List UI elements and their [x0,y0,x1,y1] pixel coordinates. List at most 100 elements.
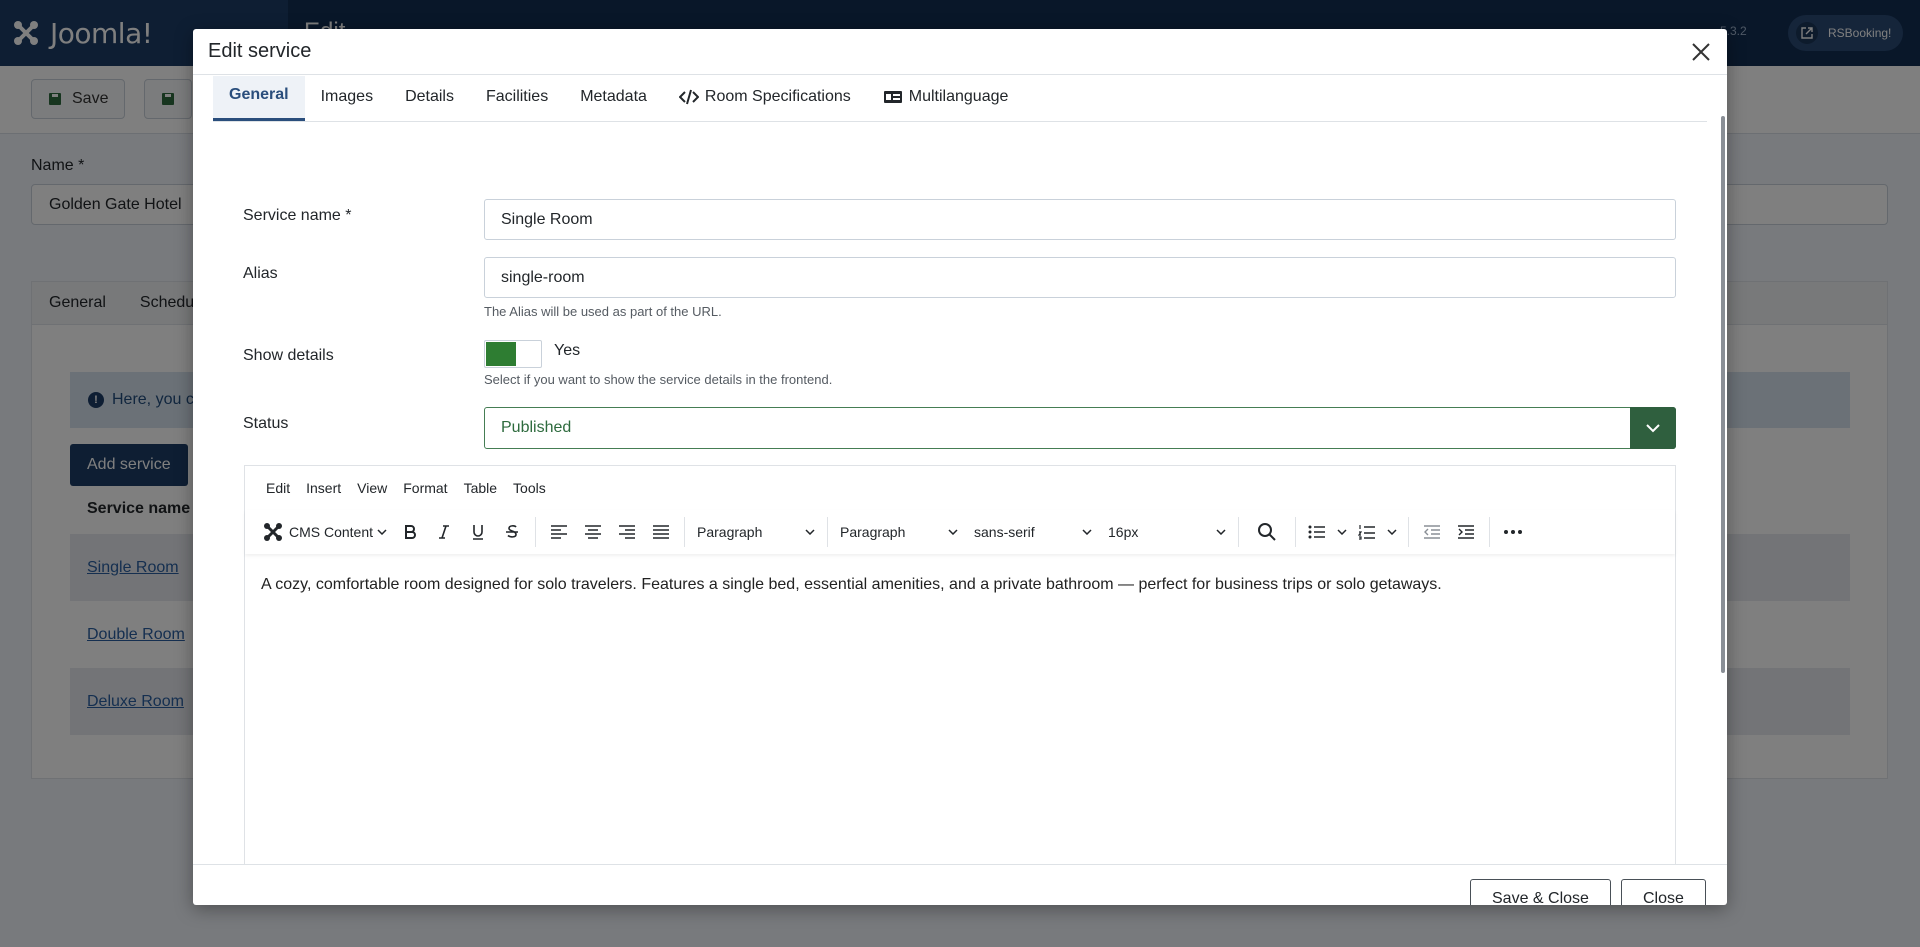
tab-general[interactable]: General [213,76,305,121]
font-family-dropdown[interactable]: sans-serif [968,515,1098,549]
menu-format[interactable]: Format [395,480,455,496]
align-center-button[interactable] [576,515,610,549]
tab-label: Metadata [580,87,647,105]
align-right-button[interactable] [610,515,644,549]
tab-label: Facilities [485,87,549,105]
save-close-button[interactable]: Save & Close [1470,879,1611,905]
close-button[interactable] [1687,38,1715,66]
toolbar-divider [1489,517,1490,547]
rich-text-editor: Edit Insert View Format Table Tools CMS … [244,465,1676,864]
italic-icon [439,525,449,539]
align-center-icon [585,525,601,539]
chevron-down-icon [1386,529,1397,535]
tab-facilities[interactable]: Facilities [470,76,564,121]
toggle-on-indicator [486,342,516,366]
align-left-button[interactable] [542,515,576,549]
align-left-icon [551,525,567,539]
more-button[interactable] [1496,515,1530,549]
modal-scrollbar[interactable] [1721,116,1725,673]
bullet-list-icon [1308,525,1325,539]
paragraph-style-value: Paragraph [840,524,906,540]
indent-button[interactable] [1449,515,1483,549]
tab-multilanguage[interactable]: Multilanguage [867,76,1025,121]
toolbar-divider [684,517,685,547]
edit-service-modal: Edit service General Images Details Faci… [193,29,1727,905]
underline-icon [473,525,483,540]
editor-menubar: Edit Insert View Format Table Tools [245,466,1675,510]
close-footer-button[interactable]: Close [1621,879,1706,905]
font-size-value: 16px [1108,524,1139,540]
menu-tools[interactable]: Tools [505,480,554,496]
toolbar-divider [1408,517,1409,547]
chevron-down-icon [1630,407,1676,449]
bold-icon [405,525,416,539]
joomla-logo-icon [264,523,282,541]
code-icon [678,89,699,104]
cms-content-label: CMS Content [288,524,374,540]
italic-button[interactable] [427,515,461,549]
align-justify-button[interactable] [644,515,678,549]
outdent-button[interactable] [1415,515,1449,549]
find-replace-button[interactable] [1245,515,1289,549]
chevron-down-icon [1216,529,1226,535]
bullet-list-button[interactable] [1302,515,1352,549]
service-name-input[interactable]: Single Room [484,199,1676,240]
editor-content[interactable]: A cozy, comfortable room designed for so… [261,574,1661,596]
toolbar-divider [1238,517,1239,547]
tab-label: Room Specifications [704,87,851,105]
numbered-list-button[interactable] [1352,515,1402,549]
chevron-down-icon [1082,529,1092,535]
tab-images[interactable]: Images [305,76,389,121]
show-details-toggle[interactable] [484,340,542,368]
chevron-down-icon [805,529,815,535]
strikethrough-button[interactable] [495,515,529,549]
block-format-value: Paragraph [697,524,763,540]
editor-toolbar: CMS Content Paragraph Paragraph sans-ser… [245,510,1675,554]
block-format-dropdown[interactable]: Paragraph [691,515,821,549]
modal-footer: Save & Close Close [193,864,1727,905]
show-details-value: Yes [554,342,581,359]
chevron-down-icon [1336,529,1347,535]
align-right-icon [619,525,635,539]
menu-insert[interactable]: Insert [298,480,349,496]
menu-view[interactable]: View [349,480,395,496]
chevron-down-icon [377,529,387,535]
tab-details[interactable]: Details [389,76,470,121]
language-card-icon [883,90,902,103]
font-family-value: sans-serif [974,524,1035,540]
paragraph-style-dropdown[interactable]: Paragraph [834,515,964,549]
bold-button[interactable] [393,515,427,549]
tab-label: Details [405,87,454,105]
alias-input[interactable]: single-room [484,257,1676,298]
tab-label: Multilanguage [908,87,1009,105]
numbered-list-icon [1357,525,1375,540]
menu-table[interactable]: Table [456,480,505,496]
close-icon [1692,43,1710,61]
toolbar-divider [827,517,828,547]
font-size-dropdown[interactable]: 16px [1102,515,1232,549]
toolbar-divider [535,517,536,547]
modal-header: Edit service [193,29,1727,75]
menu-edit[interactable]: Edit [258,480,298,496]
cms-content-dropdown[interactable]: CMS Content [259,515,393,549]
more-horizontal-icon [1504,530,1522,534]
underline-button[interactable] [461,515,495,549]
tab-metadata[interactable]: Metadata [564,76,663,121]
outdent-icon [1424,525,1440,539]
show-details-help: Select if you want to show the service d… [484,372,833,387]
modal-tabs: General Images Details Facilities Metada… [213,76,1707,122]
show-details-label: Show details [243,347,334,364]
alias-label: Alias [243,265,278,282]
indent-icon [1458,525,1474,539]
alias-help: The Alias will be used as part of the UR… [484,304,722,319]
strikethrough-icon [506,525,518,538]
tab-label: Images [320,87,374,105]
status-select[interactable]: Published [484,407,1676,449]
chevron-down-icon [948,529,958,535]
service-name-label: Service name * [243,207,352,224]
toolbar-divider [1295,517,1296,547]
tab-room-specifications[interactable]: Room Specifications [663,76,867,121]
tab-label: General [229,86,289,103]
align-justify-icon [653,525,669,539]
modal-title: Edit service [208,40,312,62]
